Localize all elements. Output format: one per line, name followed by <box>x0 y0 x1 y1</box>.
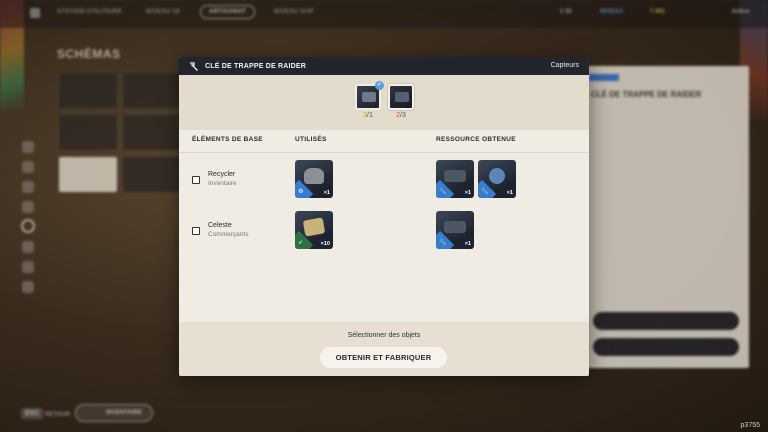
schema-card[interactable] <box>58 114 118 151</box>
wrench-icon: 🔧 <box>439 189 447 195</box>
modal-header: CLÉ DE TRAPPE DE RAIDER Capteurs <box>179 57 589 75</box>
detail-title: CLÉ DE TRAPPE DE RAIDER <box>591 90 702 99</box>
inventory-button[interactable]: INVENTAIRE <box>75 404 153 422</box>
blueprint-tile-1[interactable]: ✓ <box>355 81 384 110</box>
row-checkbox-celeste[interactable] <box>192 227 200 235</box>
category-icon[interactable] <box>22 241 34 253</box>
tab-next-level[interactable]: NIVEAU SUP <box>274 9 314 15</box>
menu-icon[interactable] <box>30 8 40 18</box>
column-base-elements: ÉLÉMENTS DE BASE <box>192 136 263 143</box>
check-icon: ✓ <box>375 81 384 90</box>
top-navigation-bar: STATION UTILITAIRE NIVEAU 18 ARTISANAT N… <box>0 0 768 28</box>
schema-card[interactable] <box>122 72 182 109</box>
blueprint-selector: ✓ 3/1 2/3 <box>179 75 589 130</box>
follow-resources-button[interactable] <box>593 312 739 330</box>
wrench-icon: 🔧 <box>481 189 489 195</box>
rarity-badge <box>589 74 619 81</box>
level-value: NIVEAU <box>600 9 623 15</box>
schema-card[interactable] <box>58 72 118 109</box>
recycle-icon: ♻ <box>298 189 304 195</box>
wrench-icon: 🔧 <box>439 240 447 246</box>
item-quantity: ×1 <box>323 190 330 196</box>
obtain-and-craft-button[interactable]: OBTENIR ET FABRIQUER <box>320 347 447 368</box>
coins-value: 7 991 <box>650 9 666 15</box>
item-art <box>302 217 326 237</box>
category-icon[interactable] <box>22 261 34 273</box>
blueprint-tile-2[interactable] <box>388 84 414 110</box>
esc-key-hint[interactable]: ESC <box>21 408 44 419</box>
schema-card-selected[interactable] <box>58 156 118 193</box>
tab-level[interactable]: NIVEAU 18 <box>146 9 180 15</box>
item-art <box>444 170 466 182</box>
tab-crafting[interactable]: ARTISANAT <box>200 5 255 19</box>
row-source: Inventaire <box>208 180 237 187</box>
category-icon[interactable] <box>22 281 34 293</box>
crafting-modal: CLÉ DE TRAPPE DE RAIDER Capteurs ✓ 3/1 2… <box>179 57 589 376</box>
item-art <box>444 221 466 233</box>
blueprint-count-2: 2/3 <box>396 112 406 119</box>
close-category-icon[interactable] <box>21 219 35 233</box>
get-resources-button[interactable] <box>593 338 739 356</box>
blueprint-count-1: 3/1 <box>363 112 373 119</box>
category-icon[interactable] <box>22 141 34 153</box>
column-obtained: RESSOURCE OBTENUE <box>436 136 516 143</box>
used-item-recycler[interactable]: ♻ ×1 <box>295 160 333 198</box>
hint-value: Indice <box>732 9 750 15</box>
watermark: p3755 <box>740 422 760 429</box>
category-icon[interactable] <box>22 161 34 173</box>
column-used: UTILISÉS <box>295 136 327 143</box>
hammer-icon <box>190 62 198 71</box>
row-name: Celeste <box>208 222 232 229</box>
back-label[interactable]: RETOUR <box>45 412 70 418</box>
schemas-heading: SCHÉMAS <box>57 47 121 61</box>
category-icon[interactable] <box>22 201 34 213</box>
schema-detail-panel: CLÉ DE TRAPPE DE RAIDER <box>585 66 749 368</box>
obtained-item-celeste[interactable]: 🔧 ×1 <box>436 211 474 249</box>
item-quantity: ×1 <box>464 241 471 247</box>
item-art <box>489 168 505 184</box>
obtained-item-1[interactable]: 🔧 ×1 <box>436 160 474 198</box>
select-items-label: Sélectionner des objets <box>347 332 421 339</box>
item-art <box>304 168 324 184</box>
item-quantity: ×1 <box>464 190 471 196</box>
row-source: Commerçants <box>208 231 249 238</box>
category-icon[interactable] <box>22 181 34 193</box>
item-quantity: ×1 <box>506 190 513 196</box>
blueprint-thumbnail <box>362 92 376 102</box>
tab-utility-station[interactable]: STATION UTILITAIRE <box>57 9 122 15</box>
row-checkbox-recycler[interactable] <box>192 176 200 184</box>
bird-icon: ➶ <box>298 240 304 246</box>
modal-title: CLÉ DE TRAPPE DE RAIDER <box>205 62 307 70</box>
currency-value: 2 35 <box>560 9 572 15</box>
obtained-item-2[interactable]: 🔧 ×1 <box>478 160 516 198</box>
modal-category: Capteurs <box>550 62 579 69</box>
schema-card[interactable] <box>122 114 182 151</box>
row-name: Recycler <box>208 171 236 178</box>
blueprint-thumbnail <box>395 92 409 102</box>
used-item-celeste[interactable]: ➶ ×10 <box>295 211 333 249</box>
item-quantity: ×10 <box>320 241 330 247</box>
header-divider <box>179 152 589 153</box>
inventory-label: INVENTAIRE <box>106 410 142 416</box>
schema-card[interactable] <box>122 156 182 193</box>
